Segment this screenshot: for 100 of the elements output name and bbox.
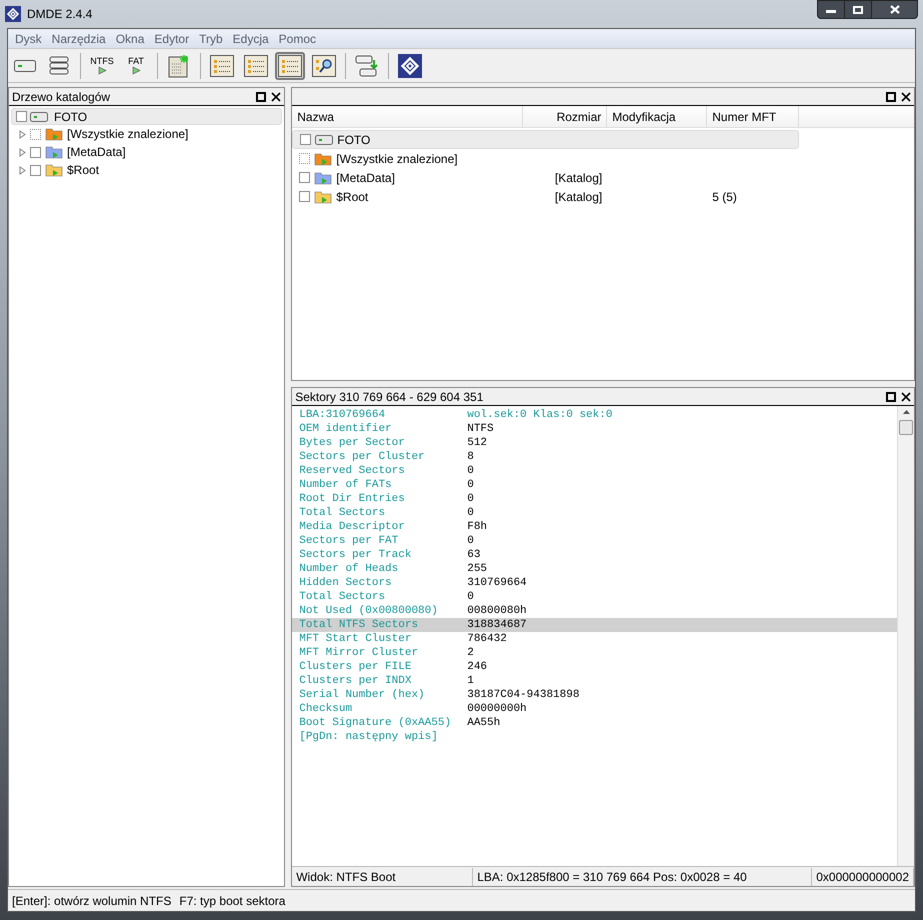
- tree-item[interactable]: FOTO: [11, 108, 282, 125]
- close-icon[interactable]: [901, 92, 911, 102]
- scroll-up-icon[interactable]: [902, 410, 910, 414]
- status-text: F7: typ boot sektora: [179, 892, 286, 910]
- field-row[interactable]: Checksum 00000000h: [292, 702, 897, 716]
- status-text: LBA: 0x1285f800 = 310 769 664 Pos: 0x0028 = 40: [473, 868, 812, 886]
- column-header[interactable]: Nazwa: [292, 106, 524, 127]
- disk-list-icon: [49, 56, 69, 76]
- field-row[interactable]: OEM identifier NTFS: [292, 422, 897, 436]
- file-row[interactable]: FOTO: [292, 130, 800, 149]
- field-row[interactable]: Total Sectors 0: [292, 590, 897, 604]
- scan-button[interactable]: NTFS: [87, 52, 117, 80]
- next-entry-hint: [PgDn: następny wpis]: [299, 731, 438, 743]
- folder-icon: [314, 170, 332, 184]
- file-row[interactable]: $Root [Katalog] 5 (5): [292, 187, 800, 206]
- field-row[interactable]: Root Dir Entries 0: [292, 492, 897, 506]
- field-row[interactable]: Serial Number (hex) 38187C04-94381898: [292, 688, 897, 702]
- file-row[interactable]: [MetaData] [Katalog]: [292, 168, 800, 187]
- scan-button[interactable]: FAT: [121, 52, 151, 80]
- field-row[interactable]: Bytes per Sector 512: [292, 436, 897, 450]
- maximize-icon[interactable]: [256, 92, 266, 102]
- field-row[interactable]: MFT Start Cluster 786432: [292, 632, 897, 646]
- field-row[interactable]: MFT Mirror Cluster 2: [292, 646, 897, 660]
- menu-item[interactable]: Tryb: [194, 30, 228, 48]
- play-icon: [132, 66, 140, 75]
- field-row[interactable]: Total Sectors 0: [292, 506, 897, 520]
- checkbox[interactable]: [30, 146, 41, 158]
- drive-icon: [30, 112, 48, 122]
- maximize-icon[interactable]: [886, 92, 896, 102]
- field-row[interactable]: Not Used (0x00800080) 00800080h: [292, 604, 897, 618]
- minimize-button[interactable]: [817, 0, 845, 19]
- field-row[interactable]: Number of Heads 255: [292, 562, 897, 576]
- checkbox[interactable]: [30, 164, 41, 176]
- file-name: [Wszystkie znalezione]: [336, 150, 458, 168]
- lba-text: LBA:310769664: [299, 408, 386, 422]
- close-icon[interactable]: [901, 392, 911, 402]
- panel-title: Drzewo katalogów: [12, 88, 110, 106]
- drive-icon: [315, 134, 334, 144]
- tree-item[interactable]: $Root: [67, 161, 100, 179]
- toolbar-button[interactable]: [275, 52, 305, 80]
- status-text: [Enter]: otwórz wolumin NTFS: [12, 892, 172, 910]
- field-row[interactable]: Boot Signature (0xAA55) AA55h: [292, 716, 897, 730]
- maximize-button[interactable]: [845, 0, 872, 19]
- list-view-icon: [210, 54, 234, 76]
- position-text: wol.sek:0 Klas:0 sek:0: [467, 408, 612, 422]
- menu-item[interactable]: Edycja: [228, 30, 274, 48]
- copy-sectors-icon: [355, 54, 379, 78]
- menu-item[interactable]: Pomoc: [274, 30, 322, 48]
- window-title: DMDE 2.4.4: [27, 6, 92, 23]
- panel-title: Sektory 310 769 664 - 629 604 351: [295, 388, 484, 406]
- checkbox[interactable]: [299, 172, 310, 183]
- column-header[interactable]: Numer MFT: [707, 106, 800, 127]
- field-row[interactable]: Clusters per FILE 246: [292, 660, 897, 674]
- file-size: [Katalog]: [554, 190, 602, 204]
- menu-item[interactable]: Dysk: [10, 30, 47, 48]
- field-row[interactable]: Total NTFS Sectors 318834687: [292, 618, 897, 632]
- mft-number: 5 (5): [712, 190, 737, 204]
- tree-item[interactable]: [Wszystkie znalezione]: [67, 125, 188, 143]
- file-size: [Katalog]: [554, 170, 602, 184]
- field-row[interactable]: Number of FATs 0: [292, 478, 897, 492]
- file-name: $Root: [336, 188, 368, 206]
- play-icon: [98, 66, 106, 75]
- app-logo-icon: [5, 6, 21, 22]
- expand-icon[interactable]: [19, 130, 26, 138]
- field-row[interactable]: Hidden Sectors 310769664: [292, 576, 897, 590]
- field-row[interactable]: Sectors per Track 63: [292, 548, 897, 562]
- column-header[interactable]: Rozmiar: [523, 106, 608, 127]
- tree-item[interactable]: [MetaData]: [67, 143, 126, 161]
- logo-icon: [398, 54, 422, 78]
- field-row[interactable]: Media Descriptor F8h: [292, 520, 897, 534]
- folder-icon: [45, 163, 63, 177]
- file-row[interactable]: [Wszystkie znalezione]: [292, 149, 800, 168]
- menu-item[interactable]: Okna: [110, 30, 150, 48]
- file-name: [MetaData]: [336, 170, 395, 186]
- field-row[interactable]: Sectors per Cluster 8: [292, 450, 897, 464]
- menu-item[interactable]: Edytor: [149, 30, 194, 48]
- folder-icon: [45, 145, 63, 159]
- checkbox[interactable]: [16, 111, 27, 122]
- menu-item[interactable]: Narzędzia: [46, 30, 111, 48]
- folder-icon: [45, 127, 63, 141]
- expand-icon[interactable]: [19, 148, 26, 156]
- checkbox[interactable]: [299, 191, 310, 202]
- scrollbar[interactable]: [897, 406, 914, 866]
- list-view-icon: [278, 54, 302, 76]
- close-icon[interactable]: [271, 92, 282, 102]
- field-row[interactable]: Clusters per INDX 1: [292, 674, 897, 688]
- toolbar-button[interactable]: [395, 52, 425, 80]
- scroll-thumb[interactable]: [899, 420, 913, 435]
- field-row[interactable]: Reserved Sectors 0: [292, 464, 897, 478]
- column-header[interactable]: Modyfikacja: [607, 106, 708, 127]
- checkbox[interactable]: [300, 134, 312, 145]
- checkbox[interactable]: [299, 153, 310, 164]
- close-button[interactable]: [872, 0, 918, 19]
- field-row[interactable]: Sectors per FAT 0: [292, 534, 897, 548]
- checkbox[interactable]: [30, 128, 41, 140]
- drive-icon: [14, 60, 36, 72]
- expand-icon[interactable]: [19, 166, 26, 174]
- maximize-icon[interactable]: [886, 392, 896, 402]
- new-panel-icon: [168, 54, 190, 78]
- search-icon: [312, 54, 336, 76]
